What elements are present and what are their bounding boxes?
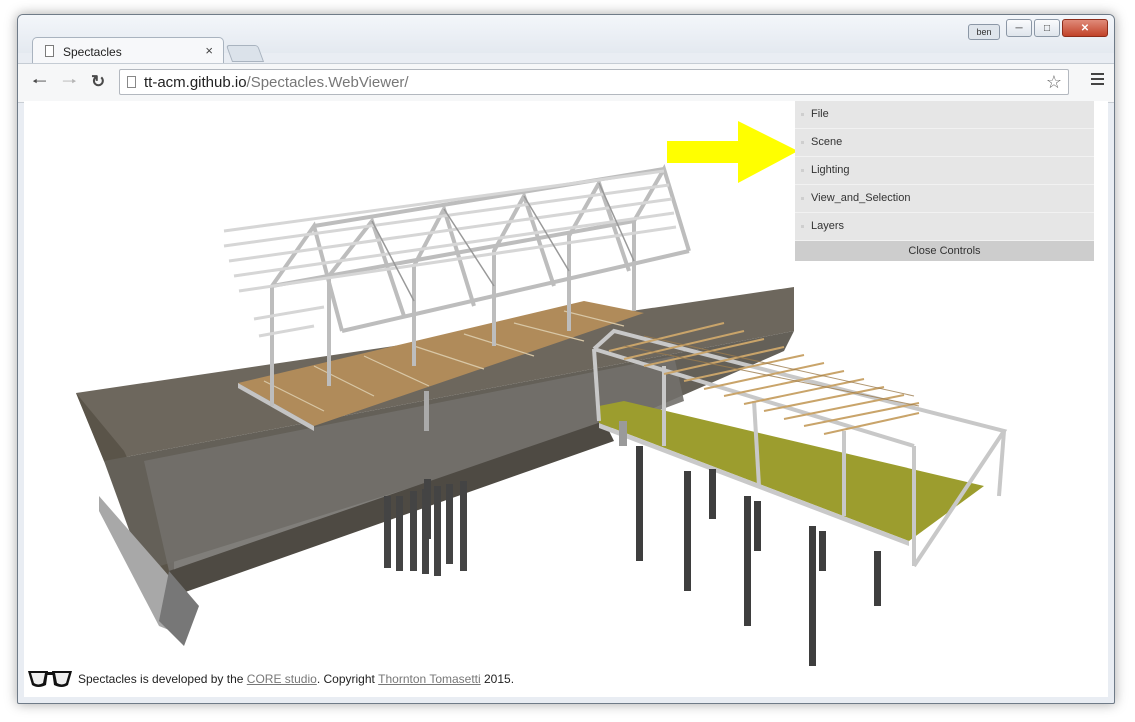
tab-close-icon[interactable]: × [205,43,213,58]
footer-text-suffix: 2015. [480,672,515,686]
maximize-icon[interactable]: □ [1034,19,1060,37]
green-deck [599,401,984,541]
url-text[interactable]: tt-acm.github.io/Spectacles.WebViewer/ [144,74,409,91]
url-path: /Spectacles.WebViewer/ [246,74,409,91]
footer-text-middle: . Copyright [316,672,379,686]
thornton-tomasetti-link[interactable]: Thornton Tomasetti [378,672,481,686]
hamburger-menu-icon[interactable] [1091,73,1104,88]
url-host: tt-acm.github.io [144,74,247,91]
minimize-icon[interactable]: ─ [1006,19,1032,37]
glasses-logo-icon [28,671,72,687]
controls-panel: File Scene Lighting View_and_Selection L… [795,101,1094,261]
tab-spectacles[interactable]: Spectacles × [32,37,224,64]
annotation-arrow [667,121,798,183]
tab-title: Spectacles [63,45,122,59]
controls-folder-layers[interactable]: Layers [795,213,1094,241]
controls-folder-view-and-selection[interactable]: View_and_Selection [795,185,1094,213]
close-controls-button[interactable]: Close Controls [795,241,1094,261]
title-bar: ben ─ □ ✕ Spectacles × [18,15,1114,64]
document-icon [45,45,54,57]
controls-folder-scene[interactable]: Scene [795,129,1094,157]
footer: Spectacles is developed by the CORE stud… [26,667,514,691]
star-icon[interactable]: ☆ [1046,72,1062,93]
browser-window: ben ─ □ ✕ Spectacles × 🠐 🠒 ↻ tt-acm.gith… [17,14,1115,704]
back-arrow-icon[interactable]: 🠐 [32,73,47,91]
footer-text-prefix: Spectacles is developed by the [78,672,247,686]
forward-arrow-icon[interactable]: 🠒 [62,73,77,91]
browser-toolbar: 🠐 🠒 ↻ tt-acm.github.io/Spectacles.WebVie… [18,63,1114,103]
window-controls: ─ □ ✕ [1006,19,1108,37]
user-badge[interactable]: ben [968,24,1000,40]
core-studio-link[interactable]: CORE studio [247,672,317,686]
reload-icon[interactable]: ↻ [91,73,105,91]
controls-folder-file[interactable]: File [795,101,1094,129]
new-tab-button[interactable] [225,45,265,62]
controls-folder-lighting[interactable]: Lighting [795,157,1094,185]
close-icon[interactable]: ✕ [1062,19,1108,37]
page-icon [127,76,136,88]
webgl-viewport[interactable]: File Scene Lighting View_and_Selection L… [24,101,1108,697]
address-bar[interactable]: tt-acm.github.io/Spectacles.WebViewer/ ☆ [119,69,1069,95]
